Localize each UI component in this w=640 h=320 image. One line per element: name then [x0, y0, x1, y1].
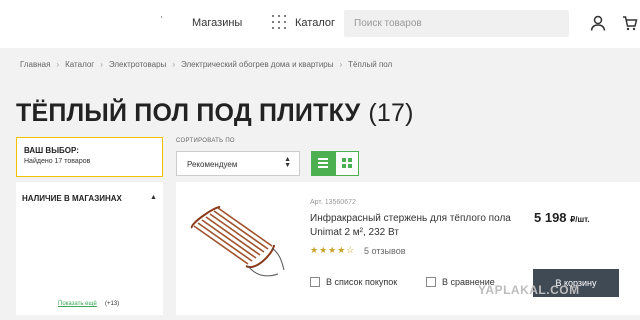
site-header: ˙ Магазины Каталог Поиск товаров — [0, 0, 640, 48]
reviews-link[interactable]: 5 отзывов — [364, 246, 406, 256]
found-count: Найдено 17 товаров — [24, 158, 91, 165]
product-article: Арт. 13560672 — [310, 199, 356, 206]
chevron-down-icon[interactable]: ˙ — [160, 14, 164, 29]
grid-view-button[interactable] — [335, 151, 359, 176]
chevron-right-icon: › — [100, 60, 103, 69]
stores-link[interactable]: Магазины — [192, 17, 242, 29]
product-title[interactable]: Инфракрасный стержень для тёплого пола U… — [310, 212, 520, 240]
selection-title: ВАШ ВЫБОР: — [24, 146, 79, 155]
sort-arrows-icon: ▲ ▼ — [284, 156, 291, 169]
breadcrumb-item[interactable]: Главная — [20, 60, 50, 69]
product-price: 5 198 ₽/шт. — [534, 210, 590, 225]
catalog-link[interactable]: Каталог — [295, 17, 335, 29]
breadcrumb-item[interactable]: Электрический обогрев дома и квартиры — [181, 60, 334, 69]
breadcrumb: Главная › Каталог › Электротовары › Электричес… — [20, 60, 392, 69]
compare-checkbox[interactable] — [426, 277, 436, 287]
shopping-list-checkbox[interactable] — [310, 277, 320, 287]
product-image[interactable] — [186, 204, 286, 284]
sort-selected-value: Рекомендуем — [187, 160, 238, 169]
shopping-list-label[interactable]: В список покупок — [326, 277, 397, 287]
rating-stars-icon: ★★★★☆ — [310, 245, 356, 255]
price-unit: ₽/шт. — [570, 215, 590, 224]
cart-icon[interactable] — [622, 15, 638, 31]
search-input[interactable]: Поиск товаров — [344, 10, 569, 37]
list-view-button[interactable] — [311, 151, 335, 176]
show-more-count: (+13) — [105, 301, 120, 307]
filter-title: НАЛИЧИЕ В МАГАЗИНАХ — [22, 194, 122, 203]
sort-select[interactable]: Рекомендуем ▲ ▼ — [176, 151, 300, 176]
catalog-grid-icon[interactable] — [272, 15, 286, 29]
selection-summary: ВАШ ВЫБОР: Найдено 17 товаров — [16, 137, 163, 177]
watermark: YAPLAKAL.COM — [478, 283, 580, 297]
page-title: ТЁПЛЫЙ ПОЛ ПОД ПЛИТКУ (17) — [16, 99, 414, 128]
user-icon[interactable] — [590, 15, 606, 31]
product-count: (17) — [368, 99, 414, 127]
price-value: 5 198 — [534, 210, 567, 225]
chevron-right-icon: › — [339, 60, 343, 69]
breadcrumb-item[interactable]: Каталог — [65, 60, 94, 69]
sort-label: СОРТИРОВАТЬ ПО — [176, 138, 235, 144]
chevron-right-icon: › — [172, 60, 175, 69]
page-title-text: ТЁПЛЫЙ ПОЛ ПОД ПЛИТКУ — [16, 99, 361, 127]
breadcrumb-item[interactable]: Электротовары — [109, 60, 166, 69]
show-more-link[interactable]: Показать ещё — [58, 301, 97, 307]
store-availability-filter: НАЛИЧИЕ В МАГАЗИНАХ ▲ Показать ещё (+13) — [16, 182, 163, 315]
collapse-icon[interactable]: ▲ — [150, 194, 157, 201]
chevron-right-icon: › — [56, 60, 60, 69]
breadcrumb-item[interactable]: Тёплый пол — [348, 60, 392, 69]
